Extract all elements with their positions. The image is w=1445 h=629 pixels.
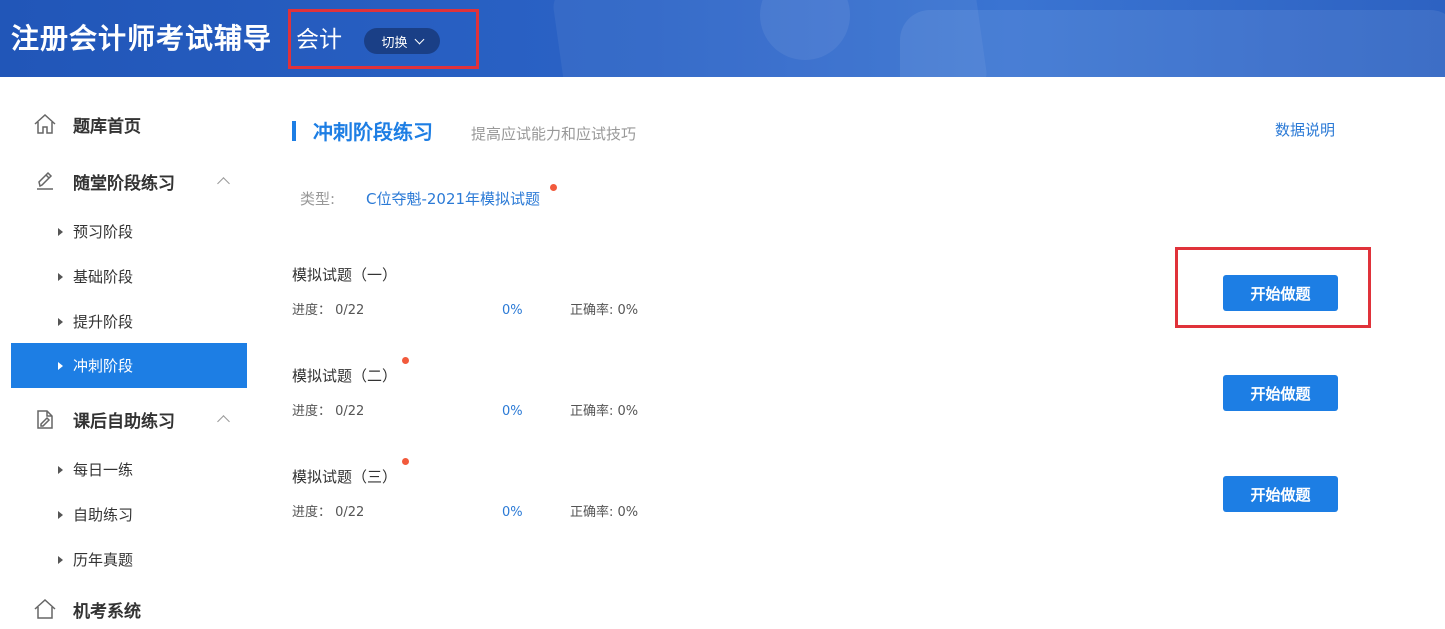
exam-accuracy: 正确率: 0% xyxy=(570,404,639,419)
sidebar-item-label: 基础阶段 xyxy=(73,268,134,286)
exam-progress: 进度： 0/22 xyxy=(292,303,365,318)
sidebar-item-basic[interactable]: 基础阶段 xyxy=(11,254,247,299)
sidebar-group-label: 机考系统 xyxy=(73,601,141,622)
section-accent-bar xyxy=(292,121,296,141)
start-exam-button[interactable]: 开始做题 xyxy=(1223,476,1338,512)
sidebar-group-label: 课后自助练习 xyxy=(73,411,175,432)
sidebar: 题库首页 随堂阶段练习 预习阶段 基础阶段 提升阶段 冲刺阶段 课后自助练习 每… xyxy=(0,77,258,622)
start-exam-button[interactable]: 开始做题 xyxy=(1223,275,1338,311)
home-icon xyxy=(34,113,56,134)
caret-right-icon xyxy=(58,272,63,281)
sidebar-item-self-practice[interactable]: 自助练习 xyxy=(11,492,247,537)
section-subtitle: 提高应试能力和应试技巧 xyxy=(471,125,637,143)
start-exam-button[interactable]: 开始做题 xyxy=(1223,375,1338,411)
exam-progress: 进度： 0/22 xyxy=(292,505,365,520)
chevron-up-icon xyxy=(217,176,230,190)
section-title: 冲刺阶段练习 xyxy=(313,120,433,144)
sidebar-item-label: 冲刺阶段 xyxy=(73,357,134,375)
sidebar-item-improve[interactable]: 提升阶段 xyxy=(11,299,247,344)
exam-title: 模拟试题（二） xyxy=(292,367,398,385)
top-header: 注册会计师考试辅导 会计 切换 xyxy=(0,0,1445,77)
chevron-up-icon xyxy=(217,414,230,428)
home-icon xyxy=(34,598,56,619)
sidebar-group-in-class[interactable]: 随堂阶段练习 xyxy=(0,161,258,201)
pen-paper-icon xyxy=(37,171,53,190)
sidebar-group-label: 随堂阶段练习 xyxy=(73,173,175,194)
type-label: 类型: xyxy=(300,190,336,208)
header-decoration xyxy=(900,10,1445,77)
sidebar-item-label: 历年真题 xyxy=(73,551,134,569)
sidebar-item-past-exams[interactable]: 历年真题 xyxy=(11,537,247,582)
type-selector[interactable]: C位夺魁-2021年模拟试题 xyxy=(366,189,540,209)
sidebar-item-label: 预习阶段 xyxy=(73,223,134,241)
caret-right-icon xyxy=(58,361,63,370)
switch-subject-button[interactable]: 切换 xyxy=(364,28,440,54)
caret-right-icon xyxy=(58,555,63,564)
switch-label: 切换 xyxy=(381,35,408,51)
sidebar-item-label: 题库首页 xyxy=(73,116,141,137)
new-badge-dot xyxy=(550,184,557,191)
caret-right-icon xyxy=(58,465,63,474)
new-badge-dot xyxy=(402,458,409,465)
app-title: 注册会计师考试辅导 xyxy=(11,22,273,55)
sidebar-item-label: 提升阶段 xyxy=(73,313,134,331)
sidebar-item-preview[interactable]: 预习阶段 xyxy=(11,209,247,254)
caret-right-icon xyxy=(58,510,63,519)
exam-percent: 0% xyxy=(502,303,523,318)
exam-percent: 0% xyxy=(502,505,523,520)
exam-accuracy: 正确率: 0% xyxy=(570,505,639,520)
exam-title: 模拟试题（一） xyxy=(292,266,398,284)
exam-title: 模拟试题（三） xyxy=(292,468,398,486)
caret-right-icon xyxy=(58,227,63,236)
edit-document-icon xyxy=(37,410,53,429)
exam-accuracy: 正确率: 0% xyxy=(570,303,639,318)
new-badge-dot xyxy=(402,357,409,364)
exam-percent: 0% xyxy=(502,404,523,419)
current-subject: 会计 xyxy=(296,27,342,53)
sidebar-group-after-class[interactable]: 课后自助练习 xyxy=(0,399,258,439)
sidebar-item-daily[interactable]: 每日一练 xyxy=(11,447,247,492)
exam-progress: 进度： 0/22 xyxy=(292,404,365,419)
sidebar-item-home[interactable]: 题库首页 xyxy=(0,104,258,144)
chevron-down-icon xyxy=(414,34,424,44)
data-explanation-link[interactable]: 数据说明 xyxy=(1275,120,1335,140)
caret-right-icon xyxy=(58,317,63,326)
sidebar-item-label: 每日一练 xyxy=(73,461,134,479)
sidebar-group-computer-exam[interactable]: 机考系统 xyxy=(0,589,258,629)
sidebar-item-label: 自助练习 xyxy=(73,506,134,524)
sidebar-item-sprint[interactable]: 冲刺阶段 xyxy=(11,343,247,388)
